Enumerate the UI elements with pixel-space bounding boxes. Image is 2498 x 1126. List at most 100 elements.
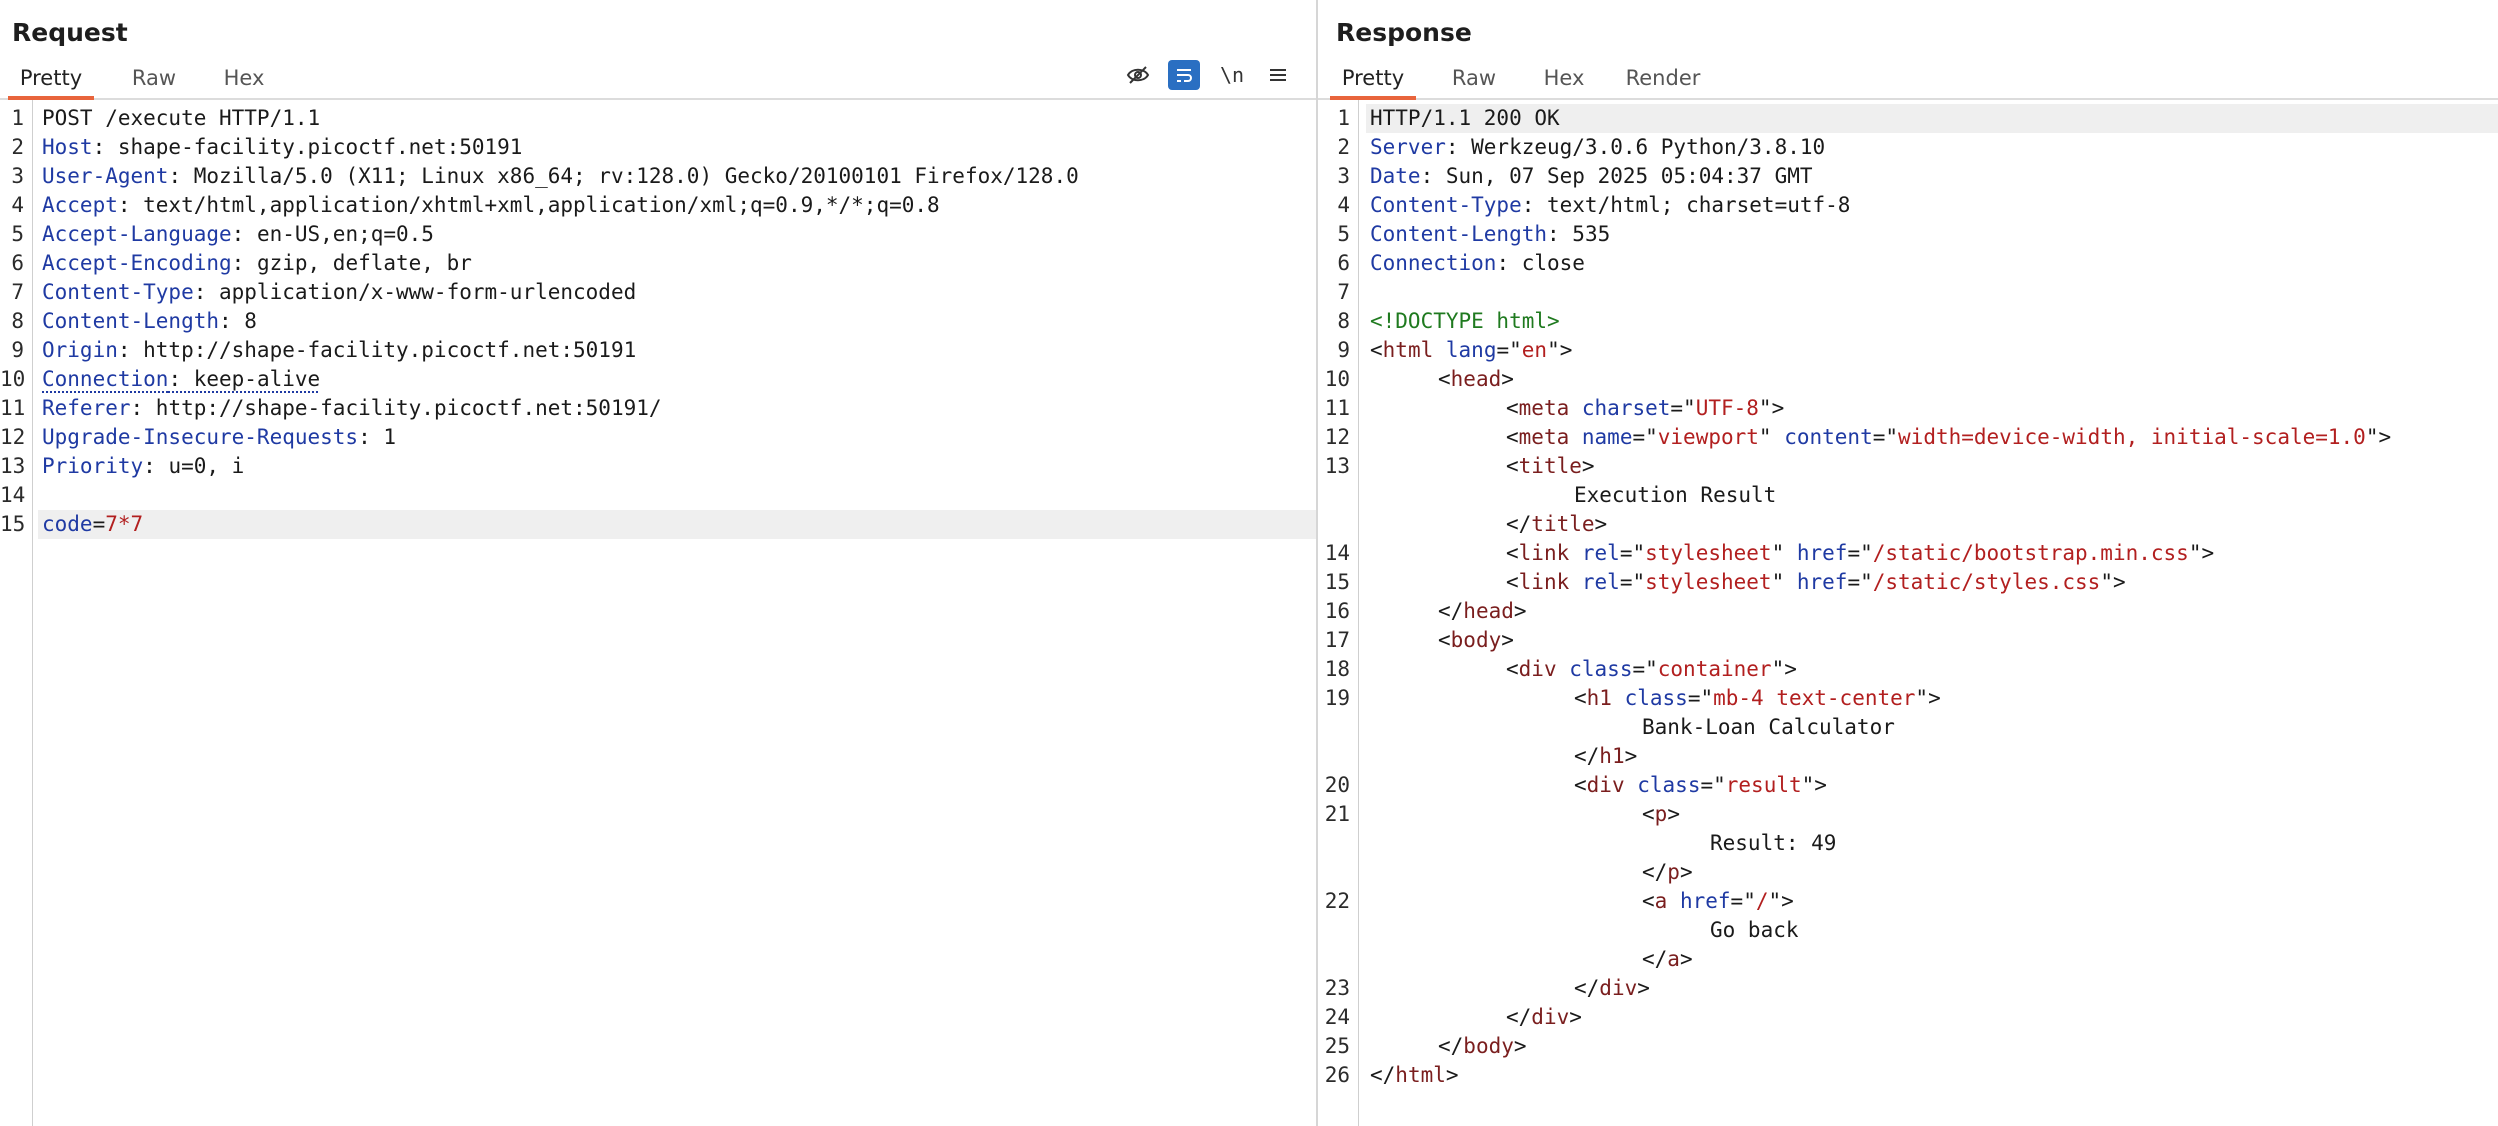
code-line[interactable]: 3 User-Agent: Mozilla/5.0 (X11; Linux x86… xyxy=(0,162,1316,191)
code-token: > xyxy=(1624,744,1638,768)
line-number: 4 xyxy=(1337,193,1350,217)
request-tab-raw[interactable]: Raw xyxy=(120,60,188,98)
line-content: User-Agent: Mozilla/5.0 (X11; Linux x86_… xyxy=(42,162,1079,191)
response-tab-pretty[interactable]: Pretty xyxy=(1330,60,1416,100)
code-line[interactable]: 23 </div> xyxy=(1318,974,2498,1003)
code-line[interactable]: 15 code=7*7 xyxy=(0,510,1316,539)
code-line[interactable]: 1 HTTP/1.1 200 OK xyxy=(1337,104,2498,133)
code-line[interactable]: 10 Connection: keep-alive xyxy=(0,365,1316,394)
code-line[interactable]: </title> xyxy=(1318,510,2498,539)
code-token: > xyxy=(1679,860,1693,884)
code-token: =" xyxy=(1619,570,1646,594)
response-editor[interactable]: 1 HTTP/1.1 200 OK 2 Server: Werkzeug/3.0.6 … xyxy=(1318,100,2498,1126)
line-number: 17 xyxy=(1324,628,1350,652)
code-line[interactable]: </h1> xyxy=(1318,742,2498,771)
code-token: Content-Type xyxy=(42,280,194,304)
code-line[interactable]: 4 Content-Type: text/html; charset=utf-8 xyxy=(1318,191,2498,220)
line-content: Host: shape-facility.picoctf.net:50191 xyxy=(42,133,522,162)
code-line[interactable]: 12 <meta name="viewport" content="width=d… xyxy=(1318,423,2498,452)
code-line[interactable]: 14 <link rel="stylesheet" href="/static/b… xyxy=(1318,539,2498,568)
code-token: "> xyxy=(1758,396,1785,420)
code-token: Origin xyxy=(42,338,118,362)
code-token: =" xyxy=(1496,338,1522,362)
code-line[interactable]: </p> xyxy=(1318,858,2498,887)
response-tab-render[interactable]: Render xyxy=(1618,60,1708,98)
code-line[interactable]: Go back xyxy=(1318,916,2498,945)
code-line[interactable]: 21 <p> xyxy=(1318,800,2498,829)
code-line[interactable]: </a> xyxy=(1318,945,2498,974)
line-number: 19 xyxy=(1324,686,1350,710)
code-token: href xyxy=(1679,889,1731,913)
code-line[interactable]: 22 <a href="/"> xyxy=(1318,887,2498,916)
code-token: body xyxy=(1450,628,1502,652)
code-token: > xyxy=(1501,628,1514,652)
code-line[interactable]: Execution Result xyxy=(1318,481,2498,510)
code-line[interactable]: 13 Priority: u=0, i xyxy=(0,452,1316,481)
code-token: " xyxy=(1771,570,1797,594)
code-line[interactable]: 1 POST /execute HTTP/1.1 xyxy=(0,104,1316,133)
code-line[interactable]: 20 <div class="result"> xyxy=(1318,771,2498,800)
code-token: a xyxy=(1667,947,1680,971)
code-line[interactable]: 8 <!DOCTYPE html> xyxy=(1318,307,2498,336)
code-line[interactable]: 18 <div class="container"> xyxy=(1318,655,2498,684)
code-token: a xyxy=(1654,889,1668,913)
code-line[interactable]: 11 Referer: http://shape-facility.picoctf… xyxy=(0,394,1316,423)
code-token: =" xyxy=(1872,425,1899,449)
code-line[interactable]: 9 Origin: http://shape-facility.picoctf.n… xyxy=(0,336,1316,365)
code-token: body xyxy=(1463,1034,1514,1058)
hamburger-menu-icon[interactable] xyxy=(1262,60,1294,90)
code-line[interactable]: 2 Host: shape-facility.picoctf.net:50191 xyxy=(0,133,1316,162)
line-number: 3 xyxy=(1337,164,1350,188)
code-line[interactable]: Bank-Loan Calculator xyxy=(1318,713,2498,742)
code-token: < xyxy=(1574,686,1587,710)
request-tab-pretty[interactable]: Pretty xyxy=(8,60,94,100)
code-line[interactable]: 12 Upgrade-Insecure-Requests: 1 xyxy=(0,423,1316,452)
code-line[interactable]: 6 Accept-Encoding: gzip, deflate, br xyxy=(0,249,1316,278)
code-token: meta xyxy=(1518,396,1570,420)
code-line[interactable]: 4 Accept: text/html,application/xhtml+xml… xyxy=(0,191,1316,220)
code-line[interactable]: 11 <meta charset="UTF-8"> xyxy=(1318,394,2498,423)
code-line[interactable]: 8 Content-Length: 8 xyxy=(0,307,1316,336)
code-token: User-Agent xyxy=(42,164,169,188)
code-line[interactable]: Result: 49 xyxy=(1318,829,2498,858)
eye-slash-icon[interactable] xyxy=(1122,60,1154,90)
code-token: : 1 xyxy=(358,425,397,449)
code-line[interactable]: 25 </body> xyxy=(1318,1032,2498,1061)
line-content: <div class="result"> xyxy=(1574,771,1827,800)
code-line[interactable]: 9 <html lang="en"> xyxy=(1318,336,2498,365)
line-content: Date: Sun, 07 Sep 2025 05:04:37 GMT xyxy=(1370,162,1813,191)
code-line[interactable]: 15 <link rel="stylesheet" href="/static/s… xyxy=(1318,568,2498,597)
code-line[interactable]: 5 Accept-Language: en-US,en;q=0.5 xyxy=(0,220,1316,249)
code-line[interactable]: 5 Content-Length: 535 xyxy=(1318,220,2498,249)
code-line[interactable]: 24 </div> xyxy=(1318,1003,2498,1032)
code-line[interactable]: 26 </html> xyxy=(1318,1061,2498,1090)
word-wrap-icon[interactable] xyxy=(1168,60,1200,90)
code-line[interactable]: 7 Content-Type: application/x-www-form-ur… xyxy=(0,278,1316,307)
request-tab-hex[interactable]: Hex xyxy=(214,60,274,98)
response-tab-hex[interactable]: Hex xyxy=(1534,60,1594,98)
line-number: 9 xyxy=(11,338,24,362)
code-line[interactable]: 3 Date: Sun, 07 Sep 2025 05:04:37 GMT xyxy=(1318,162,2498,191)
code-line[interactable]: 16 </head> xyxy=(1318,597,2498,626)
request-editor[interactable]: 1 POST /execute HTTP/1.1 2 Host: shape-faci… xyxy=(0,100,1316,1126)
code-token: head xyxy=(1450,367,1502,391)
code-line[interactable]: 19 <h1 class="mb-4 text-center"> xyxy=(1318,684,2498,713)
code-token: < xyxy=(1438,367,1451,391)
code-line[interactable]: 2 Server: Werkzeug/3.0.6 Python/3.8.10 xyxy=(1318,133,2498,162)
show-newlines-button[interactable]: \n xyxy=(1216,60,1248,90)
code-line[interactable]: 17 <body> xyxy=(1318,626,2498,655)
code-line[interactable]: 6 Connection: close xyxy=(1318,249,2498,278)
request-tabs: Pretty Raw Hex xyxy=(0,60,1316,100)
response-pane: Response Pretty Raw Hex Render 1 HTTP/1.1… xyxy=(1318,0,2498,1126)
code-line[interactable]: 10 <head> xyxy=(1318,365,2498,394)
response-tab-raw[interactable]: Raw xyxy=(1440,60,1508,98)
code-token: result xyxy=(1725,773,1802,797)
line-number: 24 xyxy=(1324,1005,1350,1029)
code-token: div xyxy=(1599,976,1638,1000)
code-line[interactable]: 7 xyxy=(1318,278,2498,307)
line-content: </div> xyxy=(1574,974,1650,1003)
code-token: < xyxy=(1506,657,1519,681)
code-line[interactable]: 14 xyxy=(0,481,1316,510)
line-content: Accept-Language: en-US,en;q=0.5 xyxy=(42,220,434,249)
code-line[interactable]: 13 <title> xyxy=(1318,452,2498,481)
